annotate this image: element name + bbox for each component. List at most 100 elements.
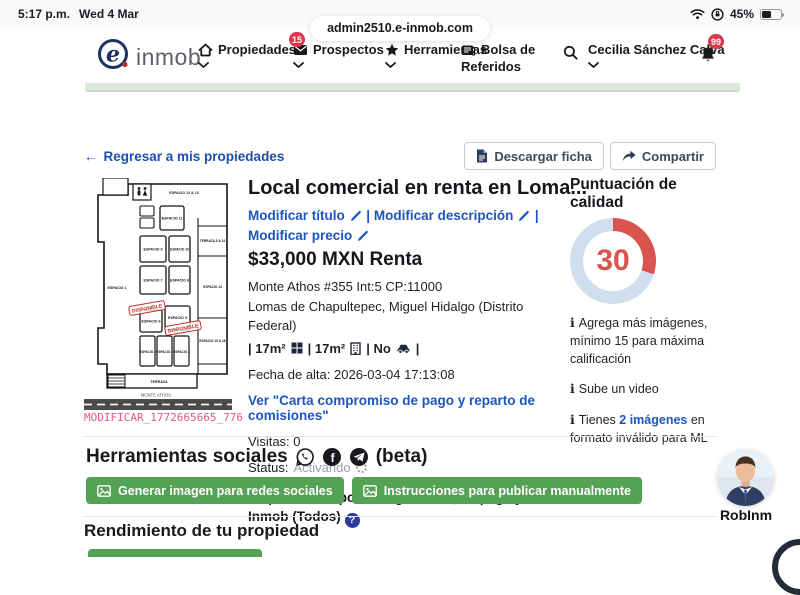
quality-tip-invalid-format: iTienes 2 imágenes en formato inválido p…: [570, 411, 718, 447]
quality-tip-images: iAgrega más imágenes, mínimo 15 para máx…: [570, 314, 718, 368]
spec-parking: | No: [366, 341, 391, 356]
download-sheet-label: Descargar ficha: [494, 149, 592, 164]
fp-terraza-8-14: TERRAZA 8 & 14: [200, 239, 226, 243]
spec-area-built: | 17m²: [308, 341, 346, 356]
section-divider: [84, 436, 716, 437]
notifications-badge: 99: [708, 34, 724, 49]
chat-bubble-button[interactable]: [772, 539, 800, 595]
nav-bolsa-referidos[interactable]: Bolsa de Referidos: [461, 42, 535, 74]
performance-button-partial[interactable]: [88, 549, 262, 557]
alert-banner-edge: [85, 83, 740, 92]
share-button[interactable]: Compartir: [610, 142, 716, 170]
land-grid-icon: [291, 342, 303, 354]
fp-espacio-14: ESPACIO 14: [203, 285, 222, 289]
nav-prospectos[interactable]: 15 Prospectos: [293, 42, 384, 68]
manual-publish-instructions-button[interactable]: Instrucciones para publicar manualmente: [352, 477, 642, 504]
search-icon: [563, 45, 578, 60]
spec-area-land: | 17m²: [248, 341, 286, 356]
nav-prospectos-label: Prospectos: [313, 42, 384, 57]
manual-publish-instructions-label: Instrucciones para publicar manualmente: [384, 484, 631, 498]
pencil-icon: [518, 210, 530, 222]
quality-score-value: 30: [570, 218, 656, 304]
fp-terraza: TERRAZA: [150, 380, 168, 384]
fp-espacio-5: ESPACIO 5: [168, 316, 187, 320]
quality-score-gauge: 30: [570, 218, 656, 304]
generate-social-image-label: Generar imagen para redes sociales: [118, 484, 333, 498]
spec-end: |: [416, 341, 420, 356]
info-icon: i: [570, 315, 575, 330]
floorplan-filename: MODIFICAR_1772665665_776: [84, 411, 243, 424]
nav-propiedades[interactable]: Propiedades: [198, 42, 296, 68]
property-price: $33,000 MXN Renta: [248, 249, 560, 271]
address-line-2: Lomas de Chapultepec, Miguel Hidalgo (Di…: [248, 297, 560, 336]
fp-espacio-2: ESPACIO 2: [139, 350, 156, 354]
pdf-file-icon: [476, 149, 488, 163]
search-button[interactable]: [563, 44, 578, 60]
download-sheet-button[interactable]: Descargar ficha: [464, 142, 604, 170]
wifi-icon: [690, 8, 705, 20]
svg-text:e: e: [106, 42, 120, 68]
newspaper-icon: [461, 44, 476, 56]
back-to-properties-link[interactable]: ← Regresar a mis propiedades: [84, 149, 284, 164]
chat-agent-avatar[interactable]: [717, 449, 774, 506]
clock: 5:17 p.m.: [18, 7, 70, 21]
edit-description-link[interactable]: Modificar descripción: [374, 208, 514, 223]
invalid-images-link[interactable]: 2 imágenes: [619, 413, 687, 427]
fp-street-label: MONTE ATHOS: [141, 393, 171, 398]
fp-espacio-8: ESPACIO 8: [170, 279, 189, 283]
share-icon: [622, 150, 636, 162]
prospectos-badge: 15: [289, 32, 305, 47]
nav-propiedades-label: Propiedades: [218, 42, 296, 57]
pencil-icon: [350, 210, 362, 222]
image-icon: [97, 485, 111, 497]
address-bar[interactable]: admin2510.e-inmob.com: [310, 16, 490, 41]
edit-price-link[interactable]: Modificar precio: [248, 228, 352, 243]
section-divider: [84, 516, 716, 517]
notifications-button[interactable]: 99: [700, 46, 716, 63]
star-icon: [385, 43, 399, 57]
nav-bolsa-label-2: Referidos: [461, 59, 535, 74]
nav-bolsa-label-1: Bolsa de: [481, 42, 535, 57]
home-icon: [198, 43, 213, 57]
chevron-down-icon: [588, 62, 599, 68]
rotation-lock-icon: [711, 8, 724, 21]
listing-date: Fecha de alta: 2026-03-04 17:13:08: [248, 367, 560, 382]
generate-social-image-button[interactable]: Generar imagen para redes sociales: [86, 477, 344, 504]
address-line-1: Monte Athos #355 Int:5 CP:11000: [248, 277, 560, 297]
performance-title: Rendimiento de tu propiedad: [84, 521, 319, 541]
chevron-down-icon: [293, 62, 304, 68]
social-tools-title: Herramientas sociales: [86, 446, 288, 468]
fp-espacio-1: ESPACIO 1: [108, 286, 127, 290]
date: Wed 4 Mar: [79, 7, 139, 21]
image-icon: [363, 485, 377, 497]
property-title: Local comercial en renta en Loma...: [248, 176, 560, 200]
fp-espacio-3: ESPACIO 3: [156, 350, 173, 354]
car-icon: [396, 343, 411, 354]
chevron-down-icon: [385, 62, 396, 68]
whatsapp-icon: [295, 447, 315, 467]
chevron-down-icon: [198, 62, 209, 68]
edit-title-link[interactable]: Modificar título: [248, 208, 345, 223]
einmob-logo-icon: e: [94, 34, 134, 74]
back-link-label: Regresar a mis propiedades: [104, 149, 285, 164]
einmob-logo[interactable]: e inmob: [94, 34, 201, 74]
property-floorplan-image[interactable]: ESPACIO 12 & 13 TERRAZA 8 & 14 ESPACIO 1…: [84, 178, 232, 410]
beta-tag: (beta): [376, 446, 428, 468]
facebook-icon: f: [322, 447, 342, 467]
quality-score-title: Puntuación de calidad: [570, 176, 718, 212]
separator: |: [535, 208, 539, 223]
fp-espacio-12-13: ESPACIO 12 & 13: [169, 191, 199, 195]
battery-icon: [760, 9, 782, 20]
logo-text: inmob: [136, 44, 201, 74]
info-icon: i: [570, 412, 575, 427]
telegram-icon: [349, 447, 369, 467]
fp-espacio-10: ESPACIO 10: [170, 248, 189, 252]
fp-espacio-6: ESPACIO 6: [142, 320, 161, 324]
fp-espacio-9: ESPACIO 9: [144, 248, 163, 252]
fp-espacio-15-16: ESPACIO 15 & 16: [199, 339, 225, 343]
commission-letter-link[interactable]: Ver "Carta compromiso de pago y reparto …: [248, 393, 560, 423]
separator: |: [366, 208, 370, 223]
fp-espacio-4: ESPACIO 4: [173, 350, 190, 354]
share-label: Compartir: [642, 149, 704, 164]
battery-percent: 45%: [730, 7, 754, 21]
